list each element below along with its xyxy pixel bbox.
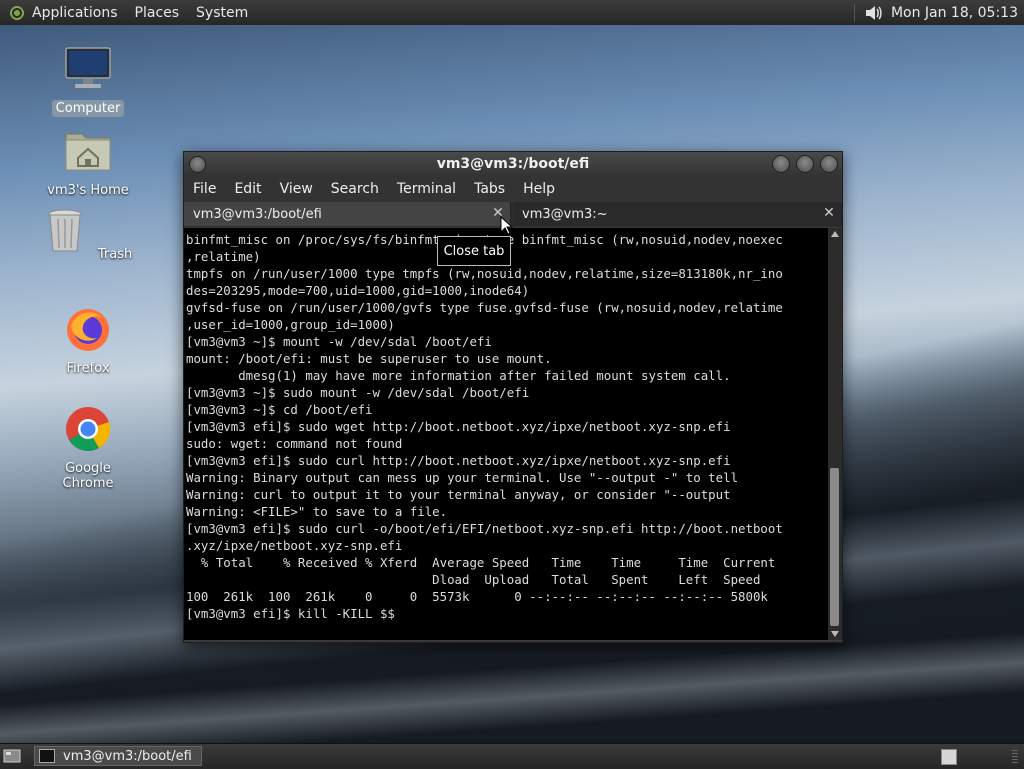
menu-terminal[interactable]: Terminal [388,181,465,197]
workspace-icon[interactable] [941,749,957,765]
desktop-icon-chrome[interactable]: Google Chrome [38,406,138,492]
terminal-line: Warning: Binary output can mess up your … [186,470,739,485]
terminal-line: mount: /boot/efi: must be superuser to u… [186,351,552,366]
window-menu-button[interactable] [189,156,206,173]
firefox-icon [67,309,109,351]
terminal-line: Warning: <FILE>" to save to a file. [186,504,448,519]
menu-tabs[interactable]: Tabs [465,181,514,197]
chrome-icon [66,407,111,451]
menu-search[interactable]: Search [322,181,388,197]
terminal-line: [vm3@vm3 ~]$ mount -w /dev/sdal /boot/ef… [186,334,492,349]
window-title: vm3@vm3:/boot/efi [436,156,590,172]
window-controls [772,155,838,173]
close-tab-tooltip: Close tab [437,236,511,266]
terminal-output[interactable]: binfmt_misc on /proc/sys/fs/binfmt_misc … [184,228,828,640]
menu-edit[interactable]: Edit [225,181,270,197]
menubar: File Edit View Search Terminal Tabs Help [184,176,842,202]
terminal-line: gvfsd-fuse on /run/user/1000/gvfs type f… [186,300,783,315]
close-window-button[interactable] [820,155,838,173]
terminal-scrollbar[interactable] [828,228,842,640]
terminal-line: .xyz/ipxe/netboot.xyz-snp.efi [186,538,403,553]
taskbar-label: vm3@vm3:/boot/efi [63,748,192,764]
maximize-button[interactable] [796,155,814,173]
minimize-button[interactable] [772,155,790,173]
menu-system[interactable]: System [196,5,248,21]
terminal-icon [39,749,55,763]
home-folder-icon [65,133,111,171]
menu-places[interactable]: Places [135,5,180,21]
terminal-line: [vm3@vm3 ~]$ sudo mount -w /dev/sdal /bo… [186,385,530,400]
tab-home[interactable]: vm3@vm3:~ ✕ [513,202,842,226]
tab-boot-efi[interactable]: vm3@vm3:/boot/efi ✕ [184,202,511,226]
terminal-line: [vm3@vm3 efi]$ kill -KILL $$ [186,606,395,621]
panel-separator [853,3,855,22]
terminal-line: [vm3@vm3 ~]$ cd /boot/efi [186,402,373,417]
show-desktop-icon[interactable] [3,748,21,764]
mate-logo-icon[interactable] [8,3,26,22]
desktop-icon-home[interactable]: vm3's Home [38,128,138,199]
taskbar-button-terminal[interactable]: vm3@vm3:/boot/efi [34,746,202,766]
top-panel: Applications Places System Mon Jan 18, 0… [0,0,1024,26]
desktop-icon-firefox[interactable]: Firefox [38,306,138,377]
scrollbar-thumb[interactable] [830,468,839,626]
close-tab-icon[interactable]: ✕ [822,206,836,220]
desktop-icon-label: Firefox [66,361,110,376]
terminal-text: binfmt_misc on /proc/sys/fs/binfmt_misc … [184,228,828,625]
menu-file[interactable]: File [184,181,225,197]
terminal-line: [vm3@vm3 efi]$ sudo wget http://boot.net… [186,419,731,434]
scroll-up-icon[interactable] [831,231,839,237]
desktop-icon-label: Google Chrome [62,461,114,491]
speaker-icon[interactable] [863,3,883,23]
terminal-line: 100 261k 100 261k 0 0 5573k 0 --:--:-- -… [186,589,768,604]
clock[interactable]: Mon Jan 18, 05:13 [891,5,1018,21]
desktop-icon-label: Trash [97,247,133,262]
menu-help[interactable]: Help [514,181,564,197]
mouse-pointer-icon [500,216,514,235]
tab-label: vm3@vm3:~ [522,206,608,222]
menu-applications[interactable]: Applications [32,5,118,21]
tab-label: vm3@vm3:/boot/efi [193,206,322,222]
bottom-panel: vm3@vm3:/boot/efi [0,743,1024,769]
terminal-line: sudo: wget: command not found [186,436,403,451]
terminal-line: Dload Upload Total Spent Left Speed [186,572,761,587]
terminal-line: [vm3@vm3 efi]$ sudo curl -o/boot/efi/EFI… [186,521,783,536]
terminal-line: [vm3@vm3 efi]$ sudo curl http://boot.net… [186,453,731,468]
panel-handle [1012,750,1018,764]
terminal-line: ,user_id=1000,group_id=1000) [186,317,395,332]
terminal-line: des=203295,mode=700,uid=1000,gid=1000,in… [186,283,530,298]
menu-view[interactable]: View [271,181,322,197]
desktop-icon-computer[interactable]: Computer [38,46,138,117]
terminal-line: ,relatime) [186,249,261,264]
trash-icon [48,209,82,252]
terminal-line: % Total % Received % Xferd Average Speed… [186,555,776,570]
desktop-icon-label: Computer [51,100,125,117]
terminal-line: Warning: curl to output it to your termi… [186,487,731,502]
scroll-down-icon[interactable] [831,631,839,637]
window-titlebar[interactable]: vm3@vm3:/boot/efi [184,152,842,176]
terminal-line: tmpfs on /run/user/1000 type tmpfs (rw,n… [186,266,783,281]
desktop-icon-label: vm3's Home [47,183,129,198]
terminal-line: dmesg(1) may have more information after… [186,368,731,383]
computer-icon [65,47,111,88]
desktop-icon-trash[interactable]: Trash [38,208,138,263]
